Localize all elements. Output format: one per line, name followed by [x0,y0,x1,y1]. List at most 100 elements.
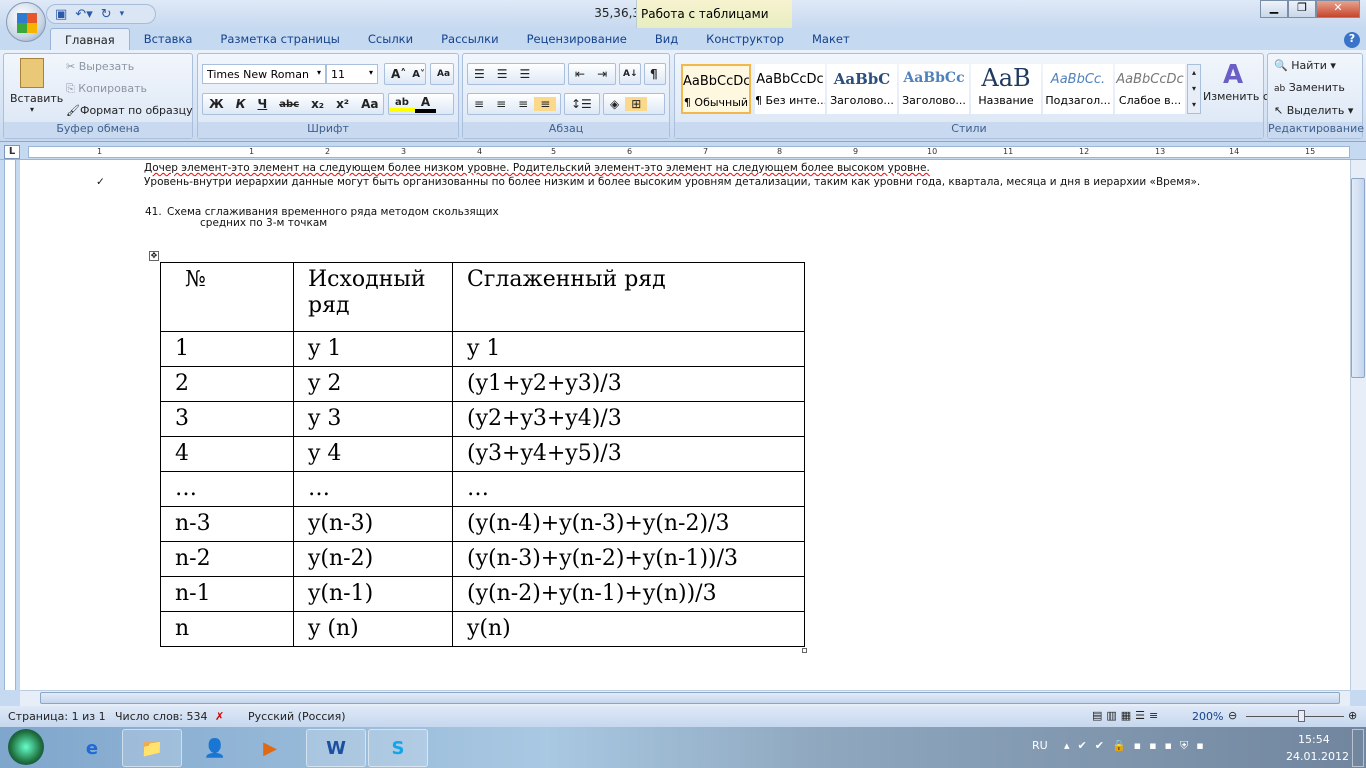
table-cell[interactable]: y 4 [293,436,453,472]
table-cell[interactable]: n [160,611,294,647]
help-icon[interactable]: ? [1344,32,1360,48]
style-subtle-emphasis[interactable]: AaBbCcDc Слабое в... [1115,64,1185,114]
vertical-scroll-thumb[interactable] [1351,178,1365,378]
table-cell[interactable]: y(n-2) [293,541,453,577]
table-cell[interactable]: … [293,471,453,507]
style-no-spacing[interactable]: AaBbCcDc ¶ Без инте... [755,64,825,114]
table-cell[interactable]: (y(n-2)+y(n-1)+y(n))/3 [452,576,805,612]
zoom-in-icon[interactable]: ⊕ [1348,709,1357,722]
font-size-select[interactable]: 11 ▾ [326,64,378,84]
view-buttons[interactable]: ▤▥▦☰≡ [1092,709,1162,722]
change-styles-button[interactable]: AИзменить стили ▾ [1203,60,1306,103]
zoom-slider[interactable] [1246,716,1344,717]
vertical-ruler-bar[interactable] [4,160,16,690]
language-indicator[interactable]: RU [1032,739,1048,752]
bullets-icon[interactable]: ☰ [468,67,491,81]
style-heading-1[interactable]: AaBbC Заголово... [827,64,897,114]
clock-time[interactable]: 15:54 [1298,733,1330,746]
table-cell[interactable]: y 3 [293,401,453,437]
style-subtitle[interactable]: AaBbCc. Подзагол... [1043,64,1113,114]
table-cell[interactable]: y(n-1) [293,576,453,612]
table-cell[interactable]: (y3+y4+y5)/3 [452,436,805,472]
table-cell[interactable]: n-2 [160,541,294,577]
clear-format-button[interactable]: Aa [430,63,454,85]
paste-button[interactable]: Вставить ▾ [10,58,63,114]
language[interactable]: Русский (Россия) [248,710,346,723]
italic-button[interactable]: К [230,97,252,111]
tab-home[interactable]: Главная [50,28,130,50]
increase-indent-icon[interactable]: ⇥ [591,67,613,81]
font-name-select[interactable]: Times New Roman ▾ [202,64,326,84]
close-button[interactable]: ✕ [1316,0,1360,18]
highlight-icon[interactable]: ab [389,97,415,112]
word-icon[interactable]: W [306,729,366,767]
clock-date[interactable]: 24.01.2012 [1286,750,1349,763]
change-case-button[interactable]: Аа [355,97,384,111]
document-page[interactable]: Дочер элемент-это элемент на следующем б… [20,160,1350,690]
tab-view[interactable]: Вид [641,28,692,50]
tab-design[interactable]: Конструктор [692,28,798,50]
restore-button[interactable]: ❐ [1288,0,1316,18]
font-color-icon[interactable]: A [414,95,437,113]
table-cell[interactable]: (y(n-4)+y(n-3)+y(n-2)/3 [452,506,805,542]
table-cell[interactable]: … [160,471,294,507]
line-spacing-button[interactable]: ↕☰ [564,93,600,115]
table-cell[interactable]: n-1 [160,576,294,612]
page-count[interactable]: Страница: 1 из 1 [8,710,106,723]
tab-layout[interactable]: Макет [798,28,864,50]
media-player-icon[interactable]: ▶ [240,729,300,767]
style-normal[interactable]: AaBbCcDc ¶ Обычный [681,64,751,114]
user-app-icon[interactable]: 👤 [185,729,245,767]
zoom-level[interactable]: 200% [1192,710,1223,723]
tab-insert[interactable]: Вставка [130,28,207,50]
table-cell[interactable]: 1 [160,331,294,367]
proofing-icon[interactable]: ✗ [215,710,224,723]
superscript-icon[interactable]: x² [330,97,355,111]
office-button[interactable] [6,2,46,42]
borders-icon[interactable]: ⊞ [625,97,648,111]
table-cell[interactable]: … [452,471,805,507]
cut-button[interactable]: ✂ Вырезать [66,60,134,73]
internet-explorer-icon[interactable]: e [62,729,122,767]
tab-page-layout[interactable]: Разметка страницы [206,28,353,50]
tab-selector[interactable]: L [4,145,20,159]
tab-mailings[interactable]: Рассылки [427,28,512,50]
styles-scroll[interactable]: ▴ ▾ ▾ [1187,64,1201,114]
table-header-cell[interactable]: Исходный ряд [293,262,453,332]
horizontal-scroll-thumb[interactable] [40,692,1340,704]
multilevel-list-icon[interactable]: ☰ [514,67,537,81]
minimize-button[interactable]: ▁ [1260,0,1288,18]
underline-button[interactable]: Ч [252,97,274,111]
table-cell[interactable]: 4 [160,436,294,472]
numbering-icon[interactable]: ☰ [491,67,514,81]
table-cell[interactable]: 2 [160,366,294,402]
word-count[interactable]: Число слов: 534 [115,710,208,723]
grow-shrink-font[interactable]: A˄ A˅ [384,63,426,85]
select-button[interactable]: ↖ Выделить ▾ [1274,104,1353,117]
table-resize-handle[interactable] [802,648,807,653]
table-cell[interactable]: y(n-3) [293,506,453,542]
copy-button[interactable]: ⎘ Копировать [66,82,147,96]
table-cell[interactable]: y 1 [452,331,805,367]
format-painter-button[interactable]: 🖌Формат по образцу [66,104,193,117]
zoom-out-icon[interactable]: ⊖ [1228,709,1237,722]
style-heading-2[interactable]: AaBbCc Заголово... [899,64,969,114]
table-header-cell[interactable]: № [160,262,294,332]
table-cell[interactable]: y 1 [293,331,453,367]
decrease-indent-icon[interactable]: ⇤ [569,67,591,81]
find-button[interactable]: 🔍 Найти ▾ [1274,59,1336,72]
replace-button[interactable]: ab Заменить [1274,81,1345,94]
table-cell[interactable]: (y1+y2+y3)/3 [452,366,805,402]
align-left-icon[interactable]: ≡ [468,97,490,111]
strikethrough-icon[interactable]: abc [273,99,305,110]
table-header-cell[interactable]: Сглаженный ряд [452,262,805,332]
table-cell[interactable]: y(n) [452,611,805,647]
tab-review[interactable]: Рецензирование [513,28,641,50]
show-desktop-button[interactable] [1352,729,1364,767]
tray-icons[interactable]: ▴✔✔🔒▪▪▪⛨▪ [1064,739,1212,753]
sort-button[interactable]: A↓ [619,63,641,85]
ruler-bar[interactable]: 1 1 2 3 4 5 6 7 8 9 10 11 12 13 14 15 [28,146,1350,158]
table-move-handle-icon[interactable]: ✥ [149,251,159,261]
shading-icon[interactable]: ◈ [604,97,625,111]
table-cell[interactable]: y (n) [293,611,453,647]
